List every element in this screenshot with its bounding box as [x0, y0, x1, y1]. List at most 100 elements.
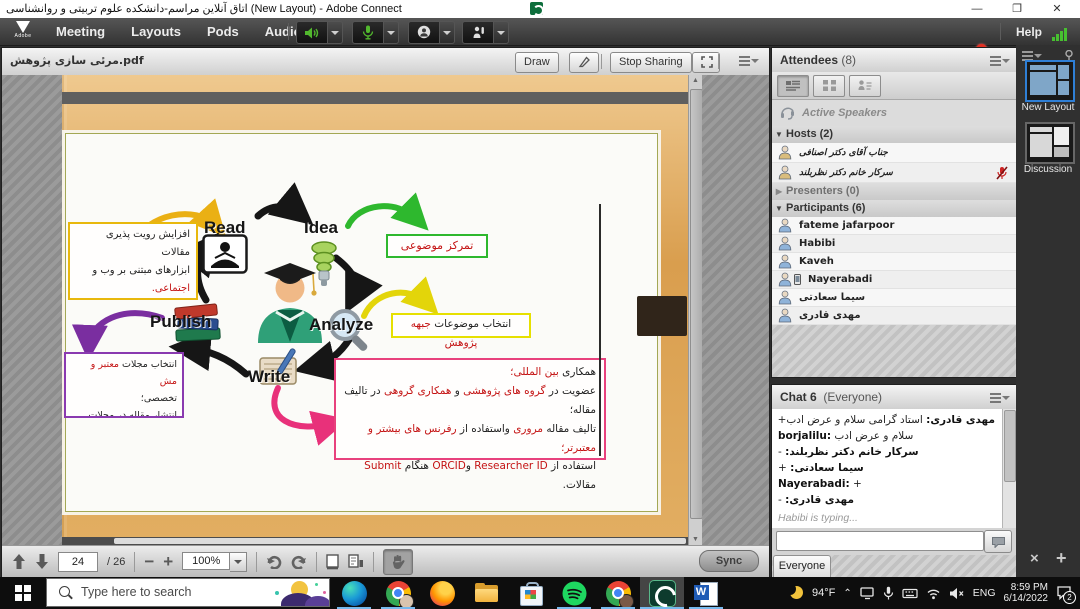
webcam-options-caret[interactable]	[440, 21, 455, 44]
zoom-level-dropdown[interactable]	[230, 552, 247, 572]
chat-tab-everyone[interactable]: Everyone	[773, 555, 831, 577]
menu-layouts[interactable]: Layouts	[131, 24, 181, 39]
share-pod-menu-button[interactable]	[739, 55, 759, 67]
menu-bar: Adobe MeetingLayoutsPodsAudio	[0, 18, 1080, 46]
layout-thumbnail-new-layout[interactable]	[1025, 60, 1075, 102]
attendees-pod-menu-button[interactable]	[990, 55, 1010, 67]
fit-page-button[interactable]	[326, 554, 339, 570]
wifi-icon[interactable]	[926, 587, 941, 600]
search-icon	[59, 586, 70, 597]
share-pod: مرئی سازی پژوهش.pdf Draw Stop Sharing	[2, 48, 769, 577]
fit-width-button[interactable]	[348, 554, 364, 570]
add-pod-icon[interactable]: +	[1056, 548, 1067, 569]
taskbar-app-chrome[interactable]	[376, 577, 420, 609]
help-menu[interactable]: Help	[1016, 25, 1042, 39]
action-center-icon[interactable]: 2	[1056, 585, 1072, 601]
language-indicator[interactable]: ENG	[973, 587, 996, 599]
fullscreen-button[interactable]	[692, 52, 720, 73]
clock-time: 8:59 PM	[1004, 582, 1049, 593]
zoom-out-button[interactable]: −	[144, 552, 154, 572]
adobe-connect-window: اتاق آنلاین مراسم-دانشکده علوم تربیتی و …	[0, 0, 1080, 609]
layout-label-discussion[interactable]: Discussion	[1016, 164, 1080, 175]
participants-section-header[interactable]: ▼Participants (6)	[772, 200, 1016, 218]
close-button[interactable]: ✕	[1043, 1, 1071, 17]
speaker-button[interactable]	[296, 21, 328, 44]
participant-row[interactable]: Nayerabadi	[772, 271, 1016, 289]
microphone-options-caret[interactable]	[384, 21, 399, 44]
microphone-button[interactable]	[352, 21, 384, 44]
taskbar-app-firefox[interactable]	[420, 577, 464, 609]
chrome-icon	[606, 581, 631, 606]
maximize-button[interactable]: ❐	[1003, 1, 1031, 17]
page-number-input[interactable]	[58, 552, 98, 572]
system-tray: 94°F ⌃ ENG 8:59 PM 6/14/2022 2	[790, 577, 1080, 609]
taskbar-app-connect[interactable]	[640, 577, 684, 609]
weather-moon-icon[interactable]	[790, 586, 804, 600]
pan-tool-button[interactable]	[383, 549, 413, 575]
undo-button[interactable]	[266, 555, 282, 569]
pointer-tool-button[interactable]	[569, 52, 599, 73]
taskbar-app-spotify[interactable]	[552, 577, 596, 609]
chat-send-button[interactable]	[984, 530, 1012, 553]
host-name: سرکار خانم دکتر نظربلند	[799, 168, 893, 178]
zoom-level-value: 100%	[182, 552, 230, 570]
taskbar-app-edge[interactable]	[332, 577, 376, 609]
weather-temperature[interactable]: 94°F	[812, 587, 835, 599]
taskbar-app-folder[interactable]	[464, 577, 508, 609]
taskbar-app-store[interactable]	[508, 577, 552, 609]
speaker-options-caret[interactable]	[328, 21, 343, 44]
raise-hand-icon	[471, 25, 486, 40]
layout-label-new-layout[interactable]: New Layout	[1016, 102, 1080, 113]
menu-pods[interactable]: Pods	[207, 24, 239, 39]
next-page-button[interactable]	[35, 554, 49, 569]
touch-keyboard-icon[interactable]	[902, 587, 918, 600]
layout-thumbnail-discussion[interactable]	[1025, 122, 1075, 164]
taskbar-clock[interactable]: 8:59 PM 6/14/2022	[1004, 582, 1049, 604]
hosts-section-header[interactable]: ▼Hosts (2)	[772, 126, 1016, 144]
attendee-avatar-icon	[778, 290, 792, 305]
menu-meeting[interactable]: Meeting	[56, 24, 105, 39]
participant-row[interactable]: مهدی قادری	[772, 307, 1016, 325]
start-button[interactable]	[0, 577, 46, 609]
attendee-status-view-button[interactable]	[849, 75, 881, 97]
breakout-view-button[interactable]	[813, 75, 845, 97]
document-horizontal-scrollbar[interactable]	[62, 537, 688, 545]
webcam-button[interactable]	[408, 21, 440, 44]
volume-muted-icon[interactable]	[949, 587, 965, 600]
display-icon[interactable]	[860, 586, 875, 600]
sync-button[interactable]: Sync	[699, 550, 759, 572]
host-row[interactable]: سرکار خانم دکتر نظربلند	[772, 163, 1016, 183]
speaker-icon	[304, 26, 320, 40]
remove-pod-icon[interactable]: ×	[1030, 550, 1039, 567]
chat-input[interactable]	[776, 531, 984, 551]
zoom-in-button[interactable]: +	[163, 552, 173, 572]
expand-arrow-icon: ▶	[772, 183, 786, 200]
document-vertical-scrollbar[interactable]: ▲ ▼	[688, 75, 703, 545]
chat-pod-menu-button[interactable]	[990, 392, 1010, 404]
taskbar-search[interactable]: Type here to search	[46, 578, 330, 607]
attendee-list-view-button[interactable]	[777, 75, 809, 97]
taskbar-app-chrome[interactable]	[596, 577, 640, 609]
previous-page-button[interactable]	[12, 554, 26, 569]
draw-button[interactable]: Draw	[515, 52, 559, 73]
raise-hand-button[interactable]	[462, 21, 494, 44]
redo-button[interactable]	[291, 555, 307, 569]
chat-scrollbar[interactable]	[1002, 409, 1016, 528]
stop-sharing-button[interactable]: Stop Sharing	[610, 52, 692, 73]
participant-row[interactable]: Habibi	[772, 235, 1016, 253]
taskbar-app-word[interactable]: W	[684, 577, 728, 609]
host-row[interactable]: جناب آقای دکتر اصنافی	[772, 143, 1016, 163]
presenters-section-header[interactable]: ▶Presenters (0)	[772, 183, 1016, 201]
minimize-button[interactable]: —	[963, 1, 991, 17]
microsoft-store-icon	[518, 581, 543, 606]
active-speakers-row: Active Speakers	[772, 100, 1016, 127]
participant-row[interactable]: Kaveh	[772, 253, 1016, 271]
firefox-icon	[430, 581, 455, 606]
participant-row[interactable]: سیما سعادتی	[772, 289, 1016, 307]
hand-icon	[391, 554, 405, 570]
chat-title: Chat 6	[780, 390, 817, 404]
status-options-caret[interactable]	[494, 21, 509, 44]
tray-microphone-icon[interactable]	[883, 586, 894, 601]
tray-overflow-chevron-icon[interactable]: ⌃	[843, 588, 851, 599]
participant-row[interactable]: fateme jafarpoor	[772, 217, 1016, 235]
